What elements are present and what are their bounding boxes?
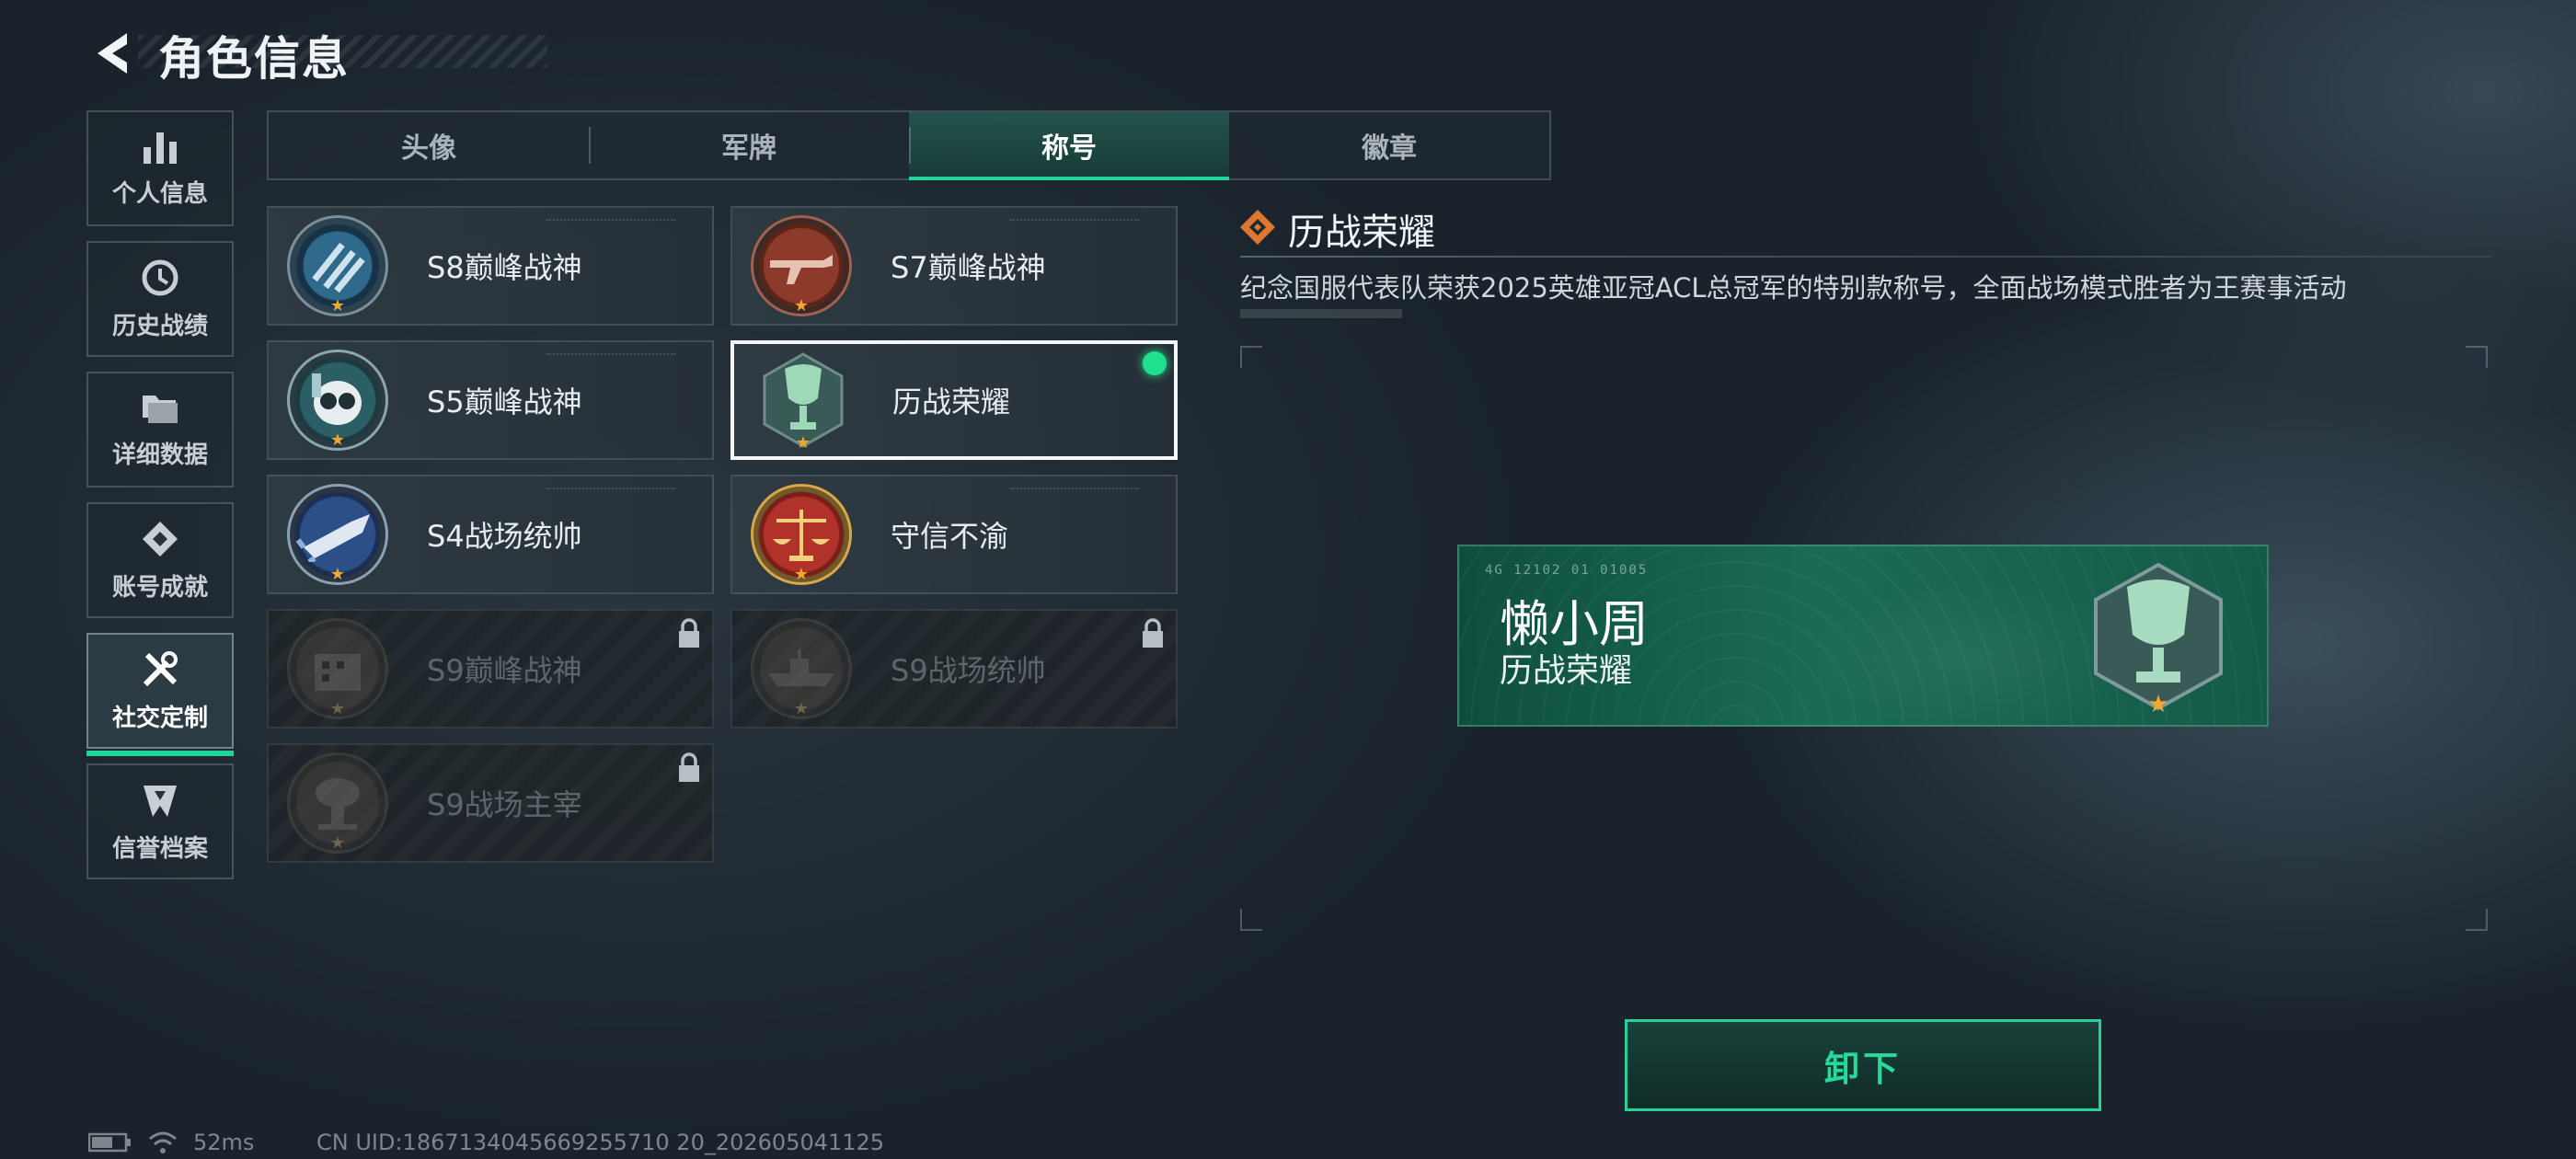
- lock-icon: [1143, 618, 1163, 648]
- tab-badges[interactable]: 徽章: [1229, 112, 1549, 178]
- title-card[interactable]: ★ S5巅峰战神: [267, 340, 714, 460]
- tab-dog-tag[interactable]: 军牌: [589, 112, 909, 178]
- plate-code: 4G 12102 01 01005: [1485, 563, 1649, 578]
- achievement-icon: [143, 521, 178, 557]
- lock-icon: [679, 752, 699, 782]
- warship-emblem-icon: ★: [751, 618, 852, 719]
- credit-shield-icon: [144, 785, 177, 817]
- title-card[interactable]: ★ S8巅峰战神: [267, 206, 714, 326]
- nav-history[interactable]: 历史战绩: [86, 241, 234, 357]
- nav-label: 社交定制: [111, 704, 208, 732]
- nav-label: 账号成就: [111, 573, 208, 602]
- title-card[interactable]: ★ S7巅峰战神: [730, 206, 1178, 326]
- svg-text:★: ★: [2147, 691, 2168, 716]
- nav-label: 个人信息: [111, 179, 208, 208]
- rifle-emblem-icon: ★: [751, 215, 852, 316]
- skull-goggles-emblem-icon: ★: [287, 350, 388, 451]
- title-name: S9战场统帅: [891, 653, 1046, 688]
- mushroom-cloud-emblem-icon: ★: [287, 752, 388, 854]
- nav-achievements[interactable]: 账号成就: [86, 502, 234, 618]
- title-card-locked[interactable]: ★ S9战场统帅: [730, 609, 1178, 729]
- history-icon: [142, 259, 178, 295]
- stripes-emblem-icon: ★: [287, 215, 388, 316]
- nav-label: 详细数据: [111, 441, 208, 469]
- title-name: 守信不渝: [891, 519, 1009, 554]
- title-name: 历战荣耀: [892, 384, 1011, 419]
- nav-label: 历史战绩: [111, 312, 208, 340]
- title-name: S9巅峰战神: [427, 653, 582, 688]
- uid-text: CN UID:1867134045669255710 20_2026050411…: [316, 1130, 885, 1155]
- ping-value: 52ms: [193, 1130, 255, 1155]
- title-name: S4战场统帅: [427, 519, 582, 554]
- detail-description: 纪念国服代表队荣获2025英雄亚冠ACL总冠军的特别款称号，全面战场模式胜者为王…: [1240, 272, 2347, 304]
- folders-icon: [143, 395, 178, 423]
- title-name: S5巅峰战神: [427, 384, 582, 419]
- title-preview-plate: 4G 12102 01 01005 懒小周 历战荣耀 ★: [1457, 545, 2269, 727]
- nav-credit-record[interactable]: 信誉档案: [86, 763, 234, 879]
- trophy-emblem-icon: ★: [753, 350, 854, 453]
- title-card-locked[interactable]: ★ S9巅峰战神: [267, 609, 714, 729]
- divider: [1240, 256, 2491, 258]
- bar-chart-icon: [144, 132, 177, 164]
- wifi-icon: [149, 1131, 177, 1153]
- nav-social-customize[interactable]: 社交定制: [86, 633, 234, 756]
- tools-icon: [143, 650, 178, 686]
- page-title: 角色信息: [158, 32, 350, 86]
- lock-icon: [679, 618, 699, 648]
- detail-title: 历战荣耀: [1288, 212, 1435, 254]
- nav-personal-info[interactable]: 个人信息: [86, 110, 234, 226]
- scales-emblem-icon: ★: [751, 484, 852, 585]
- title-diamond-icon: [1240, 210, 1275, 245]
- title-name: S9战场主宰: [427, 787, 582, 822]
- battery-icon: [88, 1132, 131, 1153]
- status-bar: 52ms: [88, 1130, 254, 1155]
- description-decoration: [1240, 309, 1402, 318]
- trophy-emblem-icon: ★: [2094, 562, 2223, 716]
- missile-emblem-icon: ★: [287, 484, 388, 585]
- title-name: S8巅峰战神: [427, 250, 582, 285]
- title-name: S7巅峰战神: [891, 250, 1046, 285]
- category-tabs: 头像 军牌 称号 徽章: [267, 110, 1551, 180]
- back-arrow-icon: [98, 33, 127, 74]
- nav-label: 信誉档案: [111, 834, 208, 863]
- tab-titles[interactable]: 称号: [909, 112, 1229, 180]
- unequip-label: 卸下: [1823, 1048, 1902, 1089]
- building-emblem-icon: ★: [287, 618, 388, 719]
- title-card[interactable]: ★ 守信不渝: [730, 475, 1178, 594]
- plate-title: 历战荣耀: [1500, 652, 1633, 690]
- tab-avatar[interactable]: 头像: [269, 112, 589, 178]
- title-card-selected[interactable]: ★ 历战荣耀: [730, 340, 1178, 460]
- equipped-indicator: [1143, 351, 1167, 375]
- nav-detailed-data[interactable]: 详细数据: [86, 372, 234, 488]
- back-button[interactable]: [85, 26, 140, 81]
- title-card-locked[interactable]: ★ S9战场主宰: [267, 743, 714, 863]
- title-card[interactable]: ★ S4战场统帅: [267, 475, 714, 594]
- unequip-button[interactable]: 卸下: [1625, 1019, 2101, 1111]
